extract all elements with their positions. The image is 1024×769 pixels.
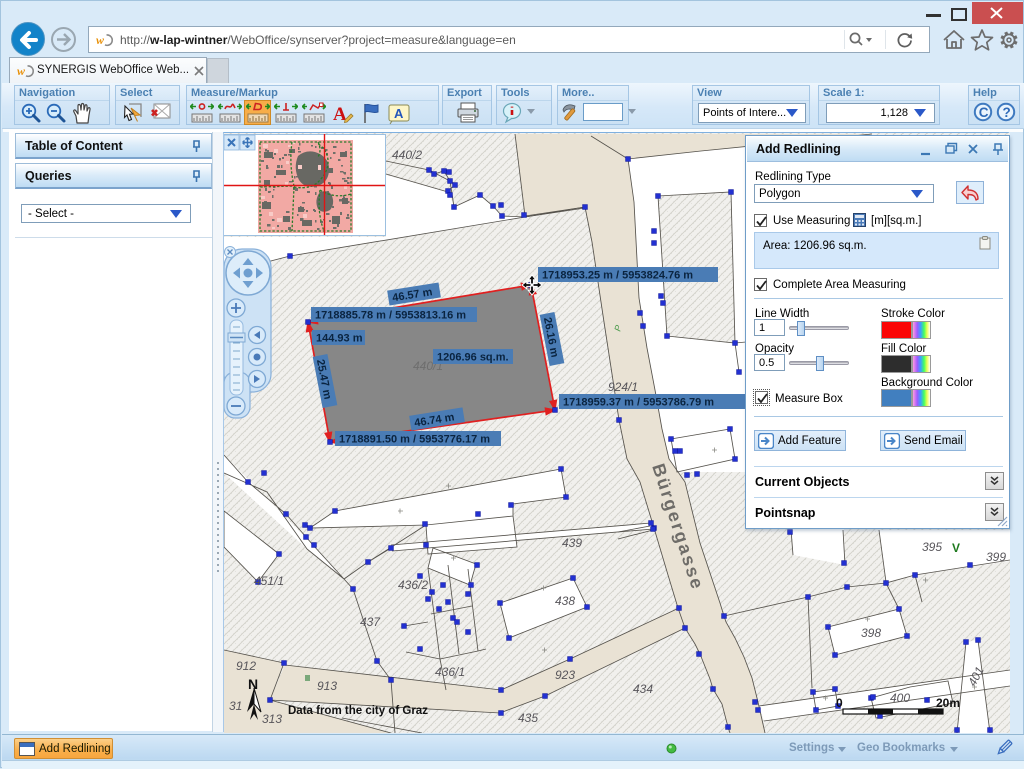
- svg-text:1718953.25 m / 5953824.76 m: 1718953.25 m / 5953824.76 m: [542, 270, 693, 282]
- svg-text:Data from the city of Graz: Data from the city of Graz: [288, 705, 428, 717]
- svg-text:w: w: [96, 33, 105, 47]
- svg-text:395: 395: [922, 540, 942, 554]
- svg-text:31: 31: [229, 699, 242, 713]
- svg-text:?: ?: [1003, 105, 1011, 120]
- svg-text:400: 400: [890, 691, 910, 705]
- svg-text:A: A: [394, 106, 404, 121]
- svg-text:144.93 m: 144.93 m: [316, 333, 363, 345]
- svg-text:451/1: 451/1: [254, 574, 284, 588]
- svg-text:924/1: 924/1: [608, 380, 638, 394]
- svg-text:440/2: 440/2: [392, 148, 422, 162]
- svg-text:913: 913: [317, 679, 337, 693]
- svg-text:V: V: [952, 541, 960, 555]
- svg-text:1718891.50 m / 5953776.17 m: 1718891.50 m / 5953776.17 m: [339, 434, 490, 446]
- svg-text:438: 438: [555, 594, 575, 608]
- svg-text:436/1: 436/1: [435, 665, 465, 679]
- svg-text:434: 434: [633, 682, 653, 696]
- svg-text:1206.96 sq.m.: 1206.96 sq.m.: [437, 352, 509, 364]
- svg-text:0: 0: [836, 696, 843, 710]
- svg-text:N: N: [248, 676, 258, 692]
- svg-text:435: 435: [518, 711, 538, 725]
- svg-text:398: 398: [861, 626, 881, 640]
- svg-text:20m: 20m: [936, 696, 960, 710]
- svg-text:439: 439: [562, 536, 582, 550]
- svg-text:313: 313: [262, 712, 282, 726]
- svg-text:437: 437: [360, 615, 381, 629]
- svg-text:912: 912: [236, 659, 256, 673]
- svg-text:436/2: 436/2: [398, 578, 428, 592]
- svg-text:399: 399: [986, 550, 1006, 564]
- svg-text:1718885.78 m / 5953813.16 m: 1718885.78 m / 5953813.16 m: [315, 310, 466, 322]
- svg-text:w: w: [17, 64, 26, 78]
- svg-text:923: 923: [555, 668, 575, 682]
- svg-text:1718959.37 m / 5953786.79 m: 1718959.37 m / 5953786.79 m: [563, 397, 714, 409]
- svg-text:C: C: [979, 105, 989, 120]
